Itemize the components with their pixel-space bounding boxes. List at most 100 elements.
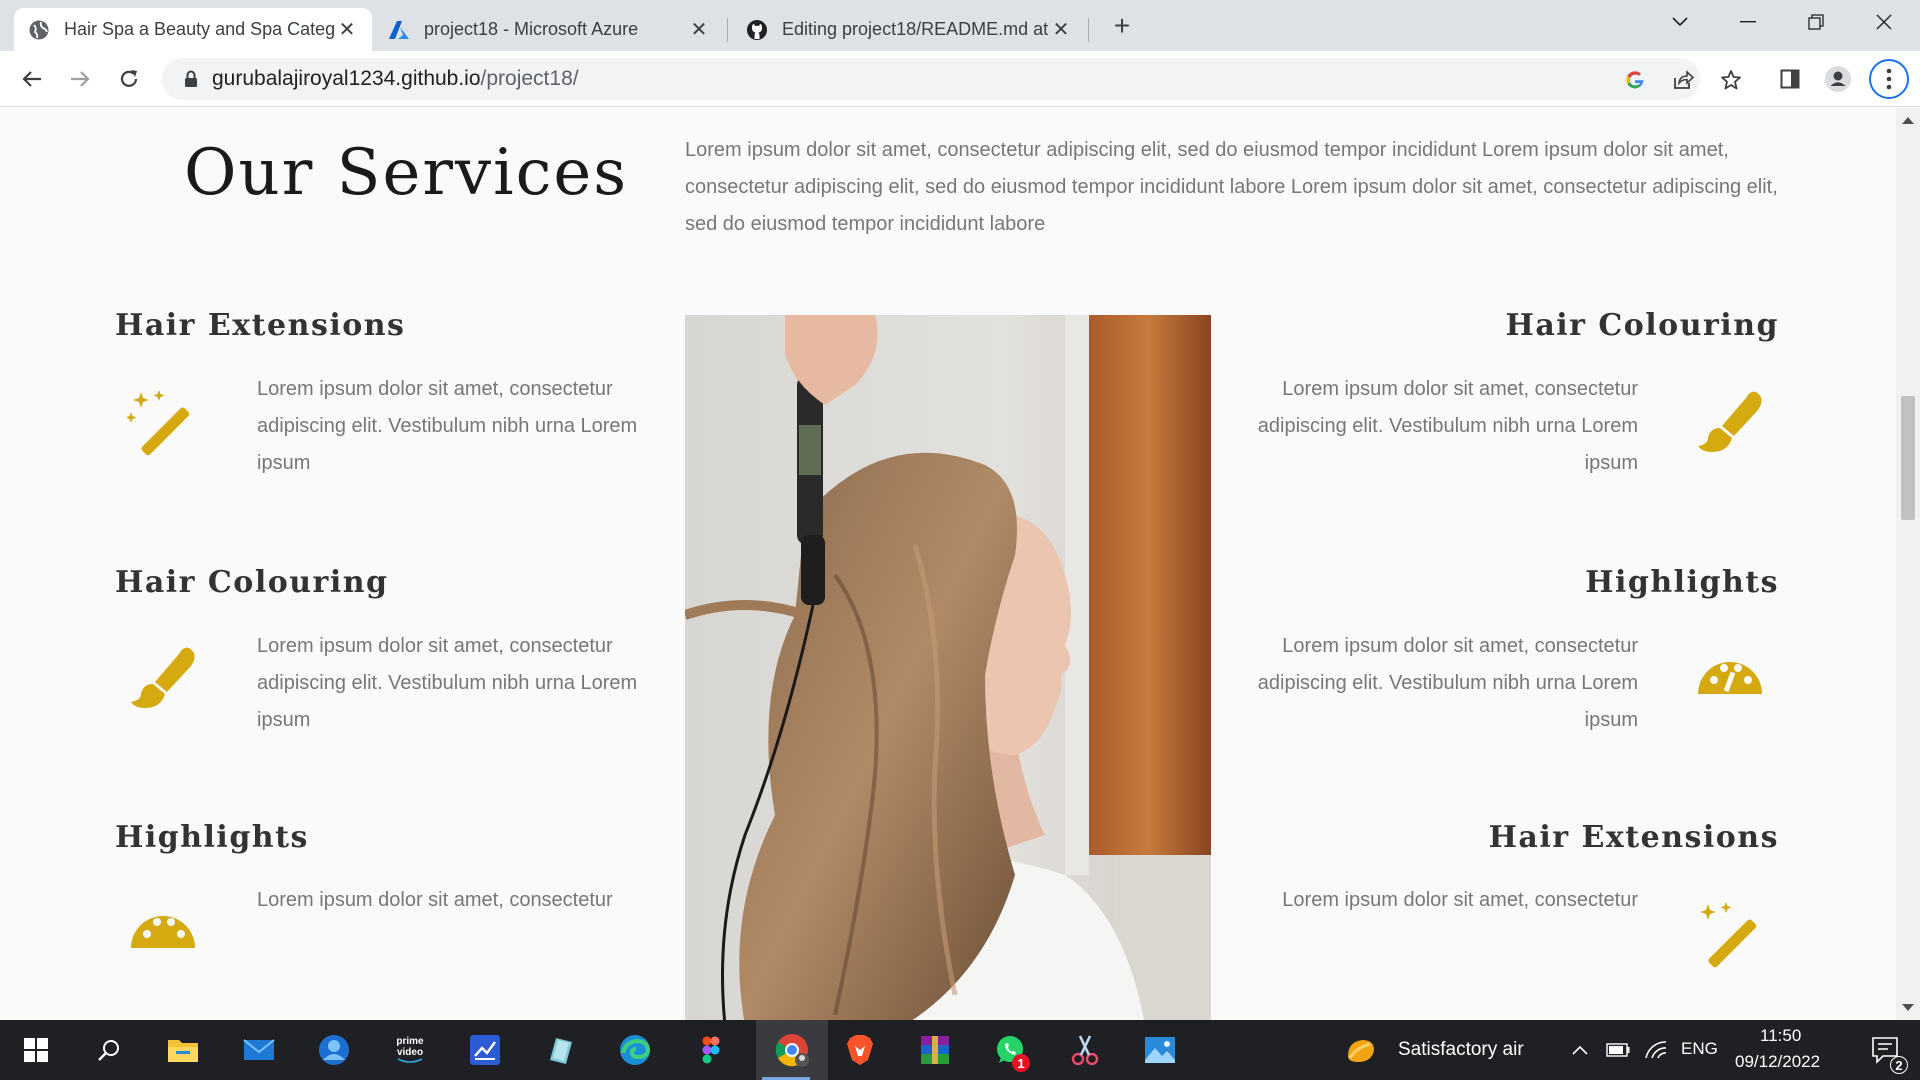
back-button[interactable] bbox=[16, 63, 48, 95]
magic-wand-icon bbox=[127, 390, 190, 456]
github-icon bbox=[746, 19, 768, 41]
tab-hair-spa[interactable]: Hair Spa a Beauty and Spa Categ ✕ bbox=[14, 8, 372, 51]
taskbar-winrar[interactable] bbox=[905, 1020, 965, 1080]
service-description: Lorem ipsum dolor sit amet, consectetur bbox=[257, 889, 613, 911]
close-tab-icon[interactable]: ✕ bbox=[688, 19, 710, 41]
close-icon bbox=[1876, 14, 1892, 30]
search-button[interactable] bbox=[79, 1020, 139, 1080]
weather-status-text[interactable]: Satisfactory air bbox=[1398, 1039, 1524, 1061]
service-description: Lorem ipsum dolor sit amet, consectetur … bbox=[257, 635, 638, 731]
clock-time[interactable]: 11:50 bbox=[1760, 1026, 1801, 1046]
taskbar-brave[interactable] bbox=[830, 1020, 890, 1080]
service-title: Hair Colouring bbox=[115, 565, 389, 600]
intro-paragraph: Lorem ipsum dolor sit amet, consectetur … bbox=[685, 139, 1778, 235]
wifi-icon[interactable] bbox=[1640, 1020, 1672, 1080]
azure-icon bbox=[388, 19, 410, 41]
tab-azure[interactable]: project18 - Microsoft Azure ✕ bbox=[374, 8, 724, 51]
notification-center-button[interactable]: 2 bbox=[1856, 1020, 1916, 1080]
tab-search-button[interactable] bbox=[1660, 6, 1700, 38]
service-title: Hair Extensions bbox=[1488, 820, 1779, 855]
url-domain: gurubalajiroyal1234.github.io bbox=[212, 67, 481, 90]
taskbar-chrome[interactable] bbox=[756, 1020, 828, 1080]
notification-badge: 1 bbox=[1012, 1054, 1030, 1072]
mail-icon bbox=[243, 1039, 275, 1060]
brave-lion-icon bbox=[847, 1035, 873, 1065]
reload-icon bbox=[120, 70, 138, 87]
people-icon bbox=[319, 1035, 349, 1065]
forward-button[interactable] bbox=[64, 63, 96, 95]
scroll-up-arrow-icon[interactable] bbox=[1902, 117, 1914, 124]
more-vert-icon bbox=[1886, 68, 1892, 90]
taskbar-mail[interactable] bbox=[229, 1020, 289, 1080]
service-title: Hair Extensions bbox=[115, 308, 406, 343]
page-scrollbar[interactable] bbox=[1896, 108, 1920, 1020]
windows-taskbar: prime video 1 Satisfactory air ENG 11:50… bbox=[0, 1020, 1920, 1080]
battery-icon[interactable] bbox=[1602, 1020, 1634, 1080]
tab-title: Hair Spa a Beauty and Spa Categ bbox=[64, 19, 336, 39]
start-button[interactable] bbox=[6, 1020, 66, 1080]
tab-separator bbox=[1088, 18, 1089, 42]
taskbar-file-explorer[interactable] bbox=[153, 1020, 213, 1080]
search-icon bbox=[98, 1040, 119, 1061]
scrollbar-thumb[interactable] bbox=[1901, 396, 1915, 520]
taskbar-edge[interactable] bbox=[605, 1020, 665, 1080]
taskbar-whiteboard[interactable] bbox=[455, 1020, 515, 1080]
tab-title: project18 - Microsoft Azure bbox=[424, 19, 639, 39]
restore-icon bbox=[1808, 14, 1824, 30]
clock-date[interactable]: 09/12/2022 bbox=[1735, 1052, 1820, 1072]
weather-icon[interactable] bbox=[1338, 1020, 1382, 1080]
service-description: Lorem ipsum dolor sit amet, consectetur bbox=[1282, 889, 1638, 911]
minimize-icon bbox=[1740, 21, 1756, 23]
minimize-button[interactable] bbox=[1728, 6, 1768, 38]
url-text: gurubalajiroyal1234.github.io/project18/ bbox=[212, 67, 579, 91]
palette-icon bbox=[131, 916, 195, 948]
folder-icon bbox=[168, 1040, 198, 1062]
notification-count-badge: 2 bbox=[1890, 1056, 1908, 1074]
show-hidden-icons-button[interactable] bbox=[1566, 1020, 1594, 1080]
google-icon[interactable] bbox=[1622, 67, 1648, 93]
new-tab-button[interactable]: + bbox=[1108, 10, 1136, 41]
scroll-down-arrow-icon[interactable] bbox=[1902, 1004, 1914, 1011]
taskbar-snipping-tool[interactable] bbox=[1055, 1020, 1115, 1080]
service-title: Highlights bbox=[1585, 565, 1779, 600]
prime-smile-icon bbox=[397, 1058, 423, 1063]
taskbar-prime-video[interactable]: prime video bbox=[380, 1020, 440, 1080]
close-window-button[interactable] bbox=[1864, 6, 1904, 38]
tab-strip: Hair Spa a Beauty and Spa Categ ✕ projec… bbox=[0, 0, 1920, 51]
chevron-up-icon bbox=[1572, 1045, 1588, 1055]
windows-logo-icon bbox=[24, 1038, 48, 1062]
share-icon[interactable] bbox=[1670, 67, 1696, 93]
profile-avatar-icon[interactable] bbox=[1822, 63, 1854, 95]
lock-icon bbox=[180, 68, 202, 90]
tab-github[interactable]: Editing project18/README.md at ✕ bbox=[732, 8, 1086, 51]
tab-title: Editing project18/README.md at bbox=[782, 19, 1049, 39]
side-panel-icon[interactable] bbox=[1774, 63, 1806, 95]
taskbar-snip[interactable] bbox=[530, 1020, 590, 1080]
paint-brush-icon bbox=[131, 647, 195, 708]
palette-icon bbox=[1698, 662, 1762, 694]
taskbar-figma[interactable] bbox=[681, 1020, 741, 1080]
hair-styling-photo bbox=[685, 315, 1211, 1020]
close-tab-icon[interactable]: ✕ bbox=[336, 19, 358, 41]
menu-button[interactable] bbox=[1869, 59, 1909, 99]
restore-button[interactable] bbox=[1796, 6, 1836, 38]
tab-separator bbox=[727, 18, 728, 42]
figma-icon bbox=[702, 1036, 720, 1064]
address-bar[interactable]: gurubalajiroyal1234.github.io/project18/ bbox=[162, 58, 1741, 100]
magic-wand-icon bbox=[1700, 902, 1757, 968]
close-tab-icon[interactable]: ✕ bbox=[1050, 19, 1072, 41]
taskbar-whatsapp[interactable]: 1 bbox=[980, 1020, 1040, 1080]
language-indicator[interactable]: ENG bbox=[1681, 1039, 1718, 1059]
url-path: /project18/ bbox=[480, 67, 579, 90]
reload-button[interactable] bbox=[113, 63, 145, 95]
taskbar-photos[interactable] bbox=[1130, 1020, 1190, 1080]
taskbar-people[interactable] bbox=[304, 1020, 364, 1080]
paint-brush-icon bbox=[1698, 391, 1762, 452]
globe-icon bbox=[28, 19, 50, 41]
chevron-down-icon bbox=[1672, 17, 1688, 27]
bookmark-star-icon[interactable] bbox=[1718, 67, 1744, 93]
service-description: Lorem ipsum dolor sit amet, consectetur … bbox=[1257, 635, 1638, 731]
arrow-right-icon bbox=[71, 71, 90, 87]
service-description: Lorem ipsum dolor sit amet, consectetur … bbox=[257, 378, 638, 474]
scissors-icon bbox=[1071, 1035, 1099, 1066]
